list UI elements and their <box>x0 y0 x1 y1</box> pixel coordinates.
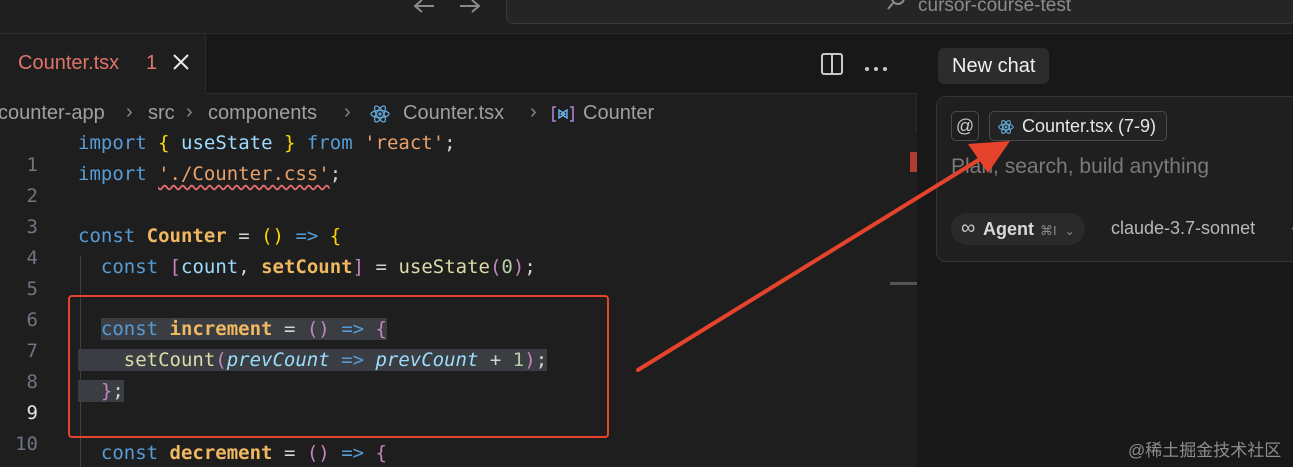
context-chip[interactable]: Counter.tsx (7-9) <box>989 111 1168 141</box>
chevron-down-icon: ⌄ <box>1289 219 1293 235</box>
annotation-highlight-box <box>68 295 609 438</box>
minimap[interactable] <box>890 132 917 467</box>
chat-input-box[interactable]: @ Counter.tsx (7-9) Plan, search, build … <box>936 96 1293 262</box>
arrow-left-icon[interactable] <box>410 0 440 18</box>
context-chip-label: Counter.tsx (7-9) <box>1022 116 1157 136</box>
code-line: 11 const decrement = () => { <box>0 442 890 467</box>
scrollbar-thumb[interactable] <box>890 282 917 285</box>
chevron-right-icon: › <box>126 101 133 123</box>
agent-shortcut: ⌘I <box>1040 223 1057 238</box>
editor-tab-bar: Counter.tsx 1 <box>0 34 917 94</box>
chevron-down-icon: ⌄ <box>1064 224 1075 238</box>
breadcrumb-item[interactable]: components <box>208 102 317 125</box>
title-bar: cursor-course-test <box>0 0 1293 34</box>
close-icon[interactable] <box>170 51 192 73</box>
command-center-text: cursor-course-test <box>918 0 1072 16</box>
code-line: 4 const Counter = () => { <box>0 225 890 269</box>
more-actions-icon[interactable] <box>864 60 888 71</box>
chevron-right-icon: › <box>344 101 351 123</box>
react-icon <box>998 119 1014 135</box>
error-marker <box>910 152 917 172</box>
breadcrumb: counter-app › src › components › Counter… <box>0 98 917 130</box>
breadcrumb-item[interactable]: Counter.tsx <box>403 102 504 125</box>
split-editor-icon[interactable] <box>820 52 844 76</box>
chat-input-placeholder[interactable]: Plan, search, build anything <box>951 155 1209 179</box>
watermark: @稀土掘金技术社区 <box>1128 441 1282 460</box>
arrow-right-icon[interactable] <box>455 0 485 18</box>
breadcrumb-item[interactable]: Counter <box>583 102 654 125</box>
problems-count-badge: 1 <box>146 52 158 74</box>
code-line: 5 const [count, setCount] = useState(0); <box>0 256 890 300</box>
new-chat-tab[interactable]: New chat <box>938 48 1050 84</box>
code-line: 3 <box>0 194 890 238</box>
search-icon <box>887 0 905 12</box>
chevron-right-icon: › <box>530 101 537 123</box>
agent-label: Agent <box>983 219 1034 239</box>
code-line: 1 import { useState } from 'react'; <box>0 132 890 176</box>
model-selector[interactable]: claude-3.7-sonnet <box>1111 218 1255 239</box>
agent-mode-selector[interactable]: ∞ Agent ⌘I ⌄ <box>951 213 1085 245</box>
symbol-class-icon <box>551 105 575 129</box>
infinity-icon: ∞ <box>961 217 976 239</box>
tab-counter-tsx[interactable]: Counter.tsx 1 <box>0 34 206 94</box>
chat-panel: New chat @ Counter.tsx (7-9) Plan, searc… <box>918 34 1293 467</box>
code-line: 2 import './Counter.css'; <box>0 163 890 207</box>
react-icon <box>370 104 390 130</box>
error-squiggle: './Counter.css' <box>158 163 330 185</box>
tab-label: Counter.tsx <box>18 52 120 74</box>
breadcrumb-item[interactable]: src <box>148 102 175 125</box>
breadcrumb-item[interactable]: counter-app <box>0 102 105 125</box>
mention-button[interactable]: @ <box>951 111 979 141</box>
chevron-right-icon: › <box>186 101 193 123</box>
